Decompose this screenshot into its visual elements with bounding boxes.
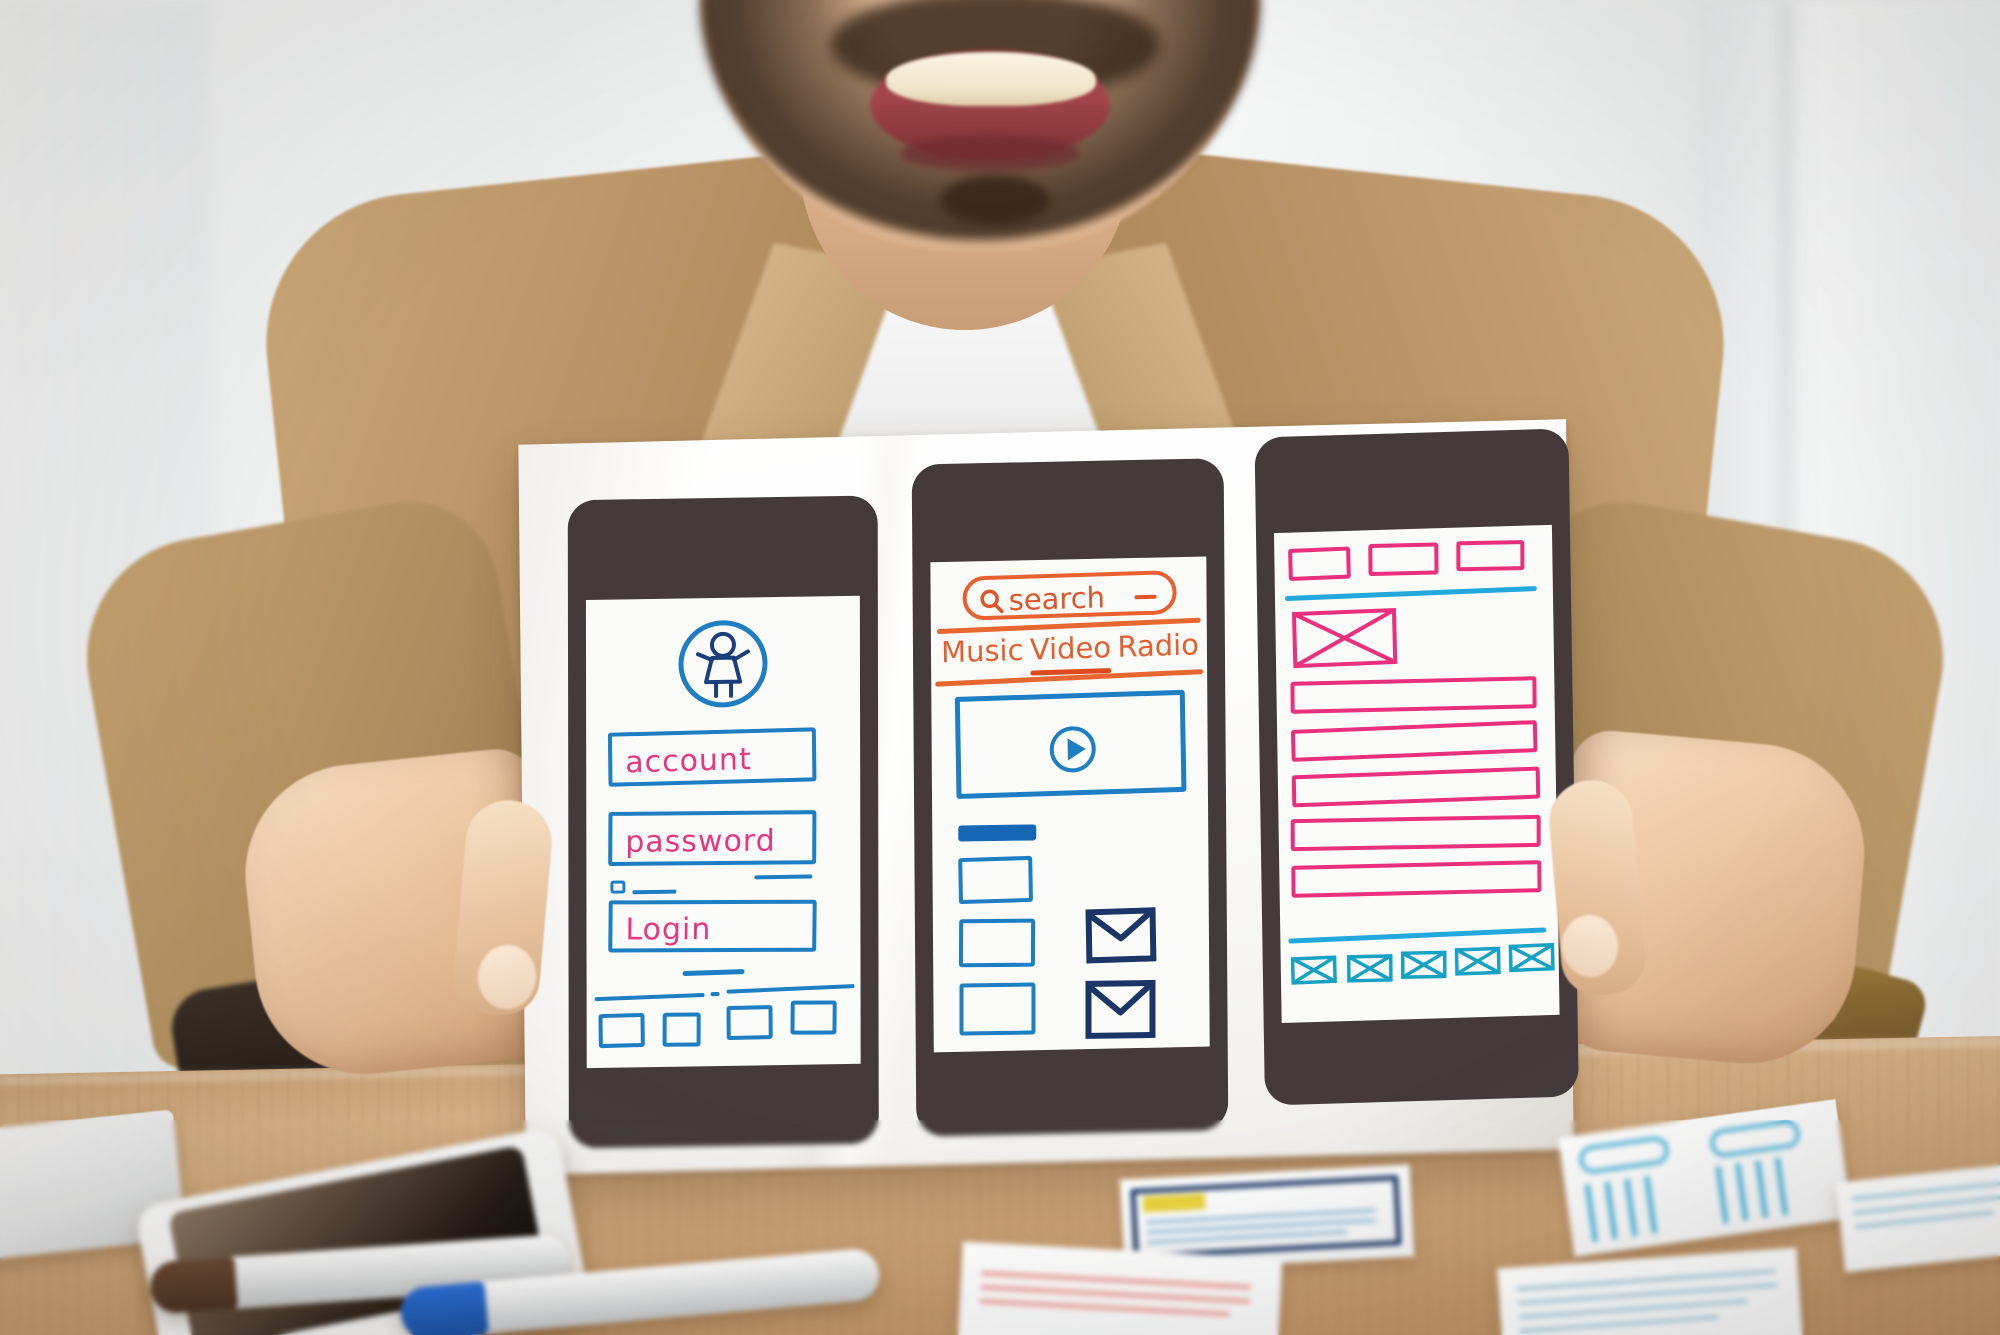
tabbar-divider-left: [594, 992, 705, 1002]
envelope-icon-1[interactable]: [1084, 905, 1157, 965]
card-b-stroke-3: [1624, 1178, 1638, 1237]
feed-tab-icon-2[interactable]: [1346, 954, 1393, 983]
top-chip-1[interactable]: [1288, 546, 1351, 581]
search-icon: [980, 589, 1004, 614]
remember-me-line: [632, 889, 677, 895]
feed-divider-top: [1284, 585, 1537, 602]
top-chip-3[interactable]: [1456, 540, 1525, 572]
remember-me-checkbox[interactable]: [610, 880, 626, 894]
list-item-3[interactable]: [959, 982, 1036, 1036]
screen-media: search Music Video Radio: [930, 556, 1210, 1053]
top-chip-2[interactable]: [1368, 542, 1439, 577]
marker-blue-cap: [398, 1281, 489, 1335]
tab-video[interactable]: Video: [1029, 630, 1112, 676]
user-avatar-icon: [674, 615, 772, 713]
password-field-label: password: [625, 823, 776, 860]
tab-music-label: Music: [940, 632, 1024, 670]
list-item-2[interactable]: [958, 918, 1036, 968]
tab-icon-4[interactable]: [790, 1000, 837, 1035]
phone-frame-media: search Music Video Radio: [911, 458, 1229, 1137]
account-field[interactable]: account: [607, 727, 817, 787]
tab-video-label: Video: [1029, 630, 1112, 667]
content-row-4[interactable]: [1290, 814, 1541, 852]
content-row-5[interactable]: [1291, 860, 1542, 898]
card-d-line-4: [1519, 1315, 1720, 1334]
phone-frame-login: account password Login: [567, 495, 879, 1149]
tab-radio[interactable]: Radio: [1117, 627, 1199, 664]
play-icon[interactable]: [1046, 723, 1099, 777]
login-button-label: Login: [625, 912, 712, 948]
tab-music[interactable]: Music: [941, 633, 1024, 670]
password-field[interactable]: password: [608, 810, 817, 866]
content-row-1[interactable]: [1290, 676, 1537, 714]
teeth: [886, 52, 1096, 106]
content-row-3[interactable]: [1291, 766, 1541, 808]
marker-brown-cap: [148, 1256, 239, 1315]
card-b-stroke-1: [1584, 1184, 1598, 1243]
video-player[interactable]: [954, 689, 1187, 799]
card-b-stroke-5: [1715, 1165, 1729, 1224]
card-b-stroke-4: [1644, 1175, 1658, 1234]
card-b-stroke-6: [1735, 1162, 1749, 1222]
card-b-stroke-2: [1604, 1181, 1618, 1240]
tabbar-divider-right: [726, 984, 855, 994]
feed-tab-icon-1[interactable]: [1290, 955, 1337, 985]
card-b-pill-2: [1708, 1118, 1802, 1159]
feed-tab-icon-5[interactable]: [1508, 942, 1555, 973]
card-a-highlight: [1142, 1193, 1206, 1213]
phone-frame-feed: [1254, 428, 1579, 1106]
wireframe-paper: account password Login search Music Vide…: [518, 419, 1579, 1175]
list-item-1[interactable]: [958, 855, 1033, 905]
search-bar[interactable]: search: [962, 570, 1177, 621]
feed-tab-icon-3[interactable]: [1400, 950, 1447, 979]
login-button[interactable]: Login: [608, 899, 817, 953]
screen-feed: [1273, 524, 1560, 1024]
tab-radio-label: Radio: [1117, 627, 1200, 664]
card-c-line-3: [979, 1298, 1230, 1317]
card-e-line-3: [1854, 1210, 1995, 1229]
signup-helper-line[interactable]: [682, 969, 745, 977]
soul-patch: [940, 175, 1050, 225]
search-dash: [1134, 594, 1157, 600]
tab-icon-1[interactable]: [598, 1012, 645, 1049]
card-b-stroke-7: [1755, 1160, 1769, 1219]
phone-frames: account password Login search Music Vide…: [518, 419, 1579, 1175]
forgot-password-line[interactable]: [754, 874, 813, 880]
card-b-pill-1: [1577, 1134, 1671, 1176]
feed-divider-bottom: [1288, 927, 1547, 944]
media-tabs: Music Video Radio: [941, 627, 1199, 676]
card-b-stroke-8: [1774, 1157, 1788, 1216]
list-bar-active[interactable]: [958, 824, 1037, 842]
image-placeholder-x[interactable]: [1291, 607, 1398, 669]
tab-icon-2[interactable]: [662, 1012, 701, 1047]
lower-lip: [900, 135, 1080, 171]
sketch-card-c: [957, 1241, 1283, 1335]
content-row-2[interactable]: [1290, 720, 1538, 762]
photo-scene: account password Login search Music Vide…: [0, 0, 2000, 1335]
feed-tab-icon-4[interactable]: [1454, 946, 1501, 976]
account-field-label: account: [625, 742, 752, 781]
envelope-icon-2[interactable]: [1083, 978, 1157, 1041]
tabbar-divider-dot: [710, 991, 720, 997]
tab-icon-3[interactable]: [726, 1005, 773, 1041]
screen-login: account password Login: [585, 595, 861, 1069]
search-placeholder: search: [1008, 580, 1106, 618]
